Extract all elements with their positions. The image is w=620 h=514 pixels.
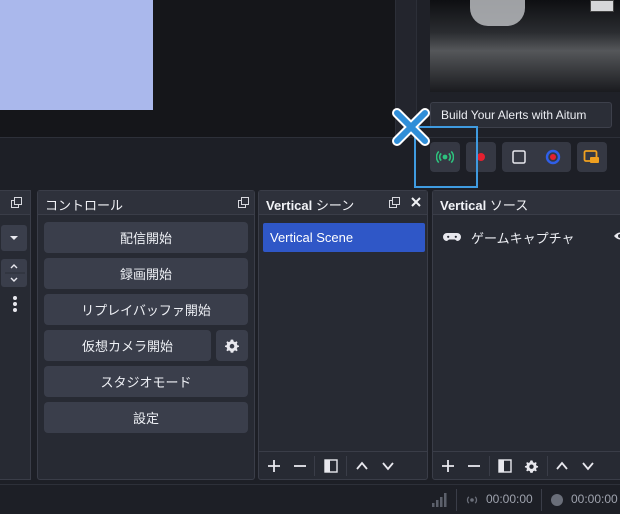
- stream-status-icon: [466, 496, 478, 504]
- add-icon[interactable]: [265, 457, 283, 475]
- chevron-down-icon: [10, 236, 18, 240]
- record-timer: 00:00:00: [571, 492, 618, 506]
- signal-bars-icon: [432, 493, 447, 507]
- main-preview-canvas[interactable]: [0, 0, 153, 110]
- move-up-icon[interactable]: [553, 457, 571, 475]
- filters-icon[interactable]: [322, 457, 340, 475]
- controls-dock: コントロール 配信開始 録画開始 リプレイバッファ開始 仮想カメラ開始 スタジオ…: [37, 190, 255, 480]
- undock-icon[interactable]: [389, 197, 400, 208]
- vertical-stop-button[interactable]: [504, 142, 534, 172]
- controls-dock-title: コントロール: [45, 198, 124, 213]
- preview-image-detail: [470, 0, 525, 26]
- aitum-tooltip: Build Your Alerts with Aitum: [430, 102, 612, 128]
- record-status-icon: [551, 494, 563, 506]
- square-icon: [512, 150, 526, 164]
- studio-mode-button[interactable]: スタジオモード: [44, 366, 248, 397]
- gear-icon[interactable]: [522, 457, 540, 475]
- preview-image-detail: [590, 0, 614, 12]
- start-virtual-camera-button[interactable]: 仮想カメラ開始: [44, 330, 211, 361]
- settings-button[interactable]: 設定: [44, 402, 248, 433]
- remove-icon[interactable]: [291, 457, 309, 475]
- left-partial-dock: [0, 190, 31, 480]
- dropdown-button[interactable]: [1, 225, 27, 251]
- source-label: ゲームキャプチャ: [471, 231, 575, 247]
- move-down-icon[interactable]: [379, 457, 397, 475]
- filters-icon[interactable]: [496, 457, 514, 475]
- more-options-icon[interactable]: [12, 295, 18, 313]
- start-streaming-button[interactable]: 配信開始: [44, 222, 248, 253]
- replay-ring-icon: [545, 149, 561, 165]
- stream-timer: 00:00:00: [486, 492, 533, 506]
- undock-icon[interactable]: [238, 197, 249, 208]
- up-down-arrows-icon: [5, 264, 25, 282]
- visibility-eye-icon[interactable]: [613, 230, 620, 242]
- vertical-replay-button[interactable]: [538, 142, 568, 172]
- camera-icon: [583, 150, 599, 163]
- vertical-preview-canvas[interactable]: [430, 0, 620, 92]
- close-icon[interactable]: [409, 195, 423, 209]
- virtual-camera-settings-button[interactable]: [216, 330, 248, 361]
- move-down-icon[interactable]: [579, 457, 597, 475]
- start-recording-button[interactable]: 録画開始: [44, 258, 248, 289]
- spinbox-stepper[interactable]: [1, 259, 27, 287]
- vertical-virtualcam-button[interactable]: [577, 142, 607, 172]
- gamepad-icon: [443, 233, 461, 241]
- scenes-toolbar: [259, 451, 427, 479]
- vertical-sources-dock-title: Vertical ソース: [440, 198, 529, 213]
- status-bar: 00:00:00 00:00:00: [0, 484, 620, 514]
- vertical-scenes-dock-title: Vertical シーン: [266, 198, 355, 213]
- close-marker-icon: [392, 108, 430, 146]
- scene-list-item[interactable]: Vertical Scene: [263, 223, 425, 252]
- start-replay-buffer-button[interactable]: リプレイバッファ開始: [44, 294, 248, 325]
- vertical-sources-dock: Vertical ソース ゲームキャプチャ: [432, 190, 620, 480]
- sources-toolbar: [433, 451, 620, 479]
- remove-icon[interactable]: [465, 457, 483, 475]
- move-up-icon[interactable]: [353, 457, 371, 475]
- gear-icon: [225, 339, 239, 353]
- add-icon[interactable]: [439, 457, 457, 475]
- undock-icon[interactable]: [11, 197, 22, 208]
- vertical-scenes-dock: Vertical シーン Vertical Scene: [258, 190, 428, 480]
- source-list-item[interactable]: ゲームキャプチャ: [443, 227, 574, 247]
